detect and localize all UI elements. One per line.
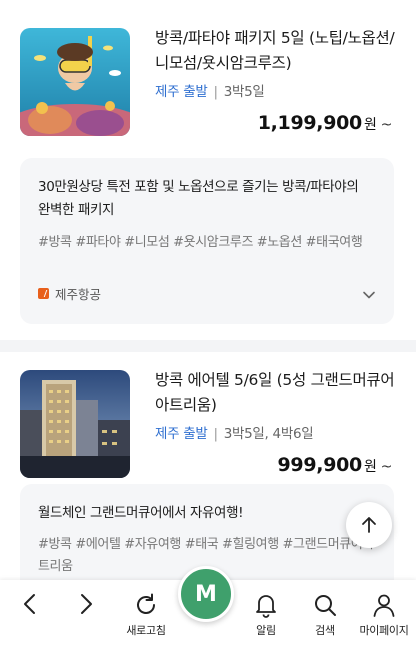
section-divider	[0, 340, 416, 352]
refresh-icon	[137, 593, 155, 614]
search-icon	[315, 595, 336, 616]
airline-logo-icon	[38, 288, 49, 299]
mypage-label: 마이페이지	[359, 624, 409, 637]
promo-title: 월드체인 그랜드머큐어에서 자유여행!	[38, 505, 244, 521]
promo-title: 30만원상당 특전 포함 및 노옵션으로 즐기는 방콕/파타야의 완벽한 패키지	[38, 179, 359, 218]
arrow-up-icon	[362, 517, 376, 533]
mypage-button[interactable]: 마이페이지	[352, 580, 416, 650]
home-logo: M	[195, 581, 217, 607]
product-card-bangkok-pattaya[interactable]: 방콕/파타야 패키지 5일 (노팁/노옵션/니모섬/욧시암크루즈) 제주 출발 |…	[0, 0, 416, 340]
product-image-hotel[interactable]	[20, 370, 130, 478]
product-price: 1,199,900 원 ~	[257, 112, 393, 134]
departure-label: 제주 출발	[155, 84, 208, 100]
price-currency: 원	[363, 459, 377, 475]
chevron-left-icon	[24, 594, 35, 614]
price-suffix: ~	[380, 459, 393, 475]
snorkeling-photo	[20, 28, 130, 136]
price-currency: 원	[363, 117, 377, 133]
back-button[interactable]	[10, 580, 50, 650]
chevron-right-icon	[81, 594, 92, 614]
departure-label: 제주 출발	[155, 426, 208, 442]
product-meta: 제주 출발 | 3박5일, 4박6일	[155, 422, 314, 442]
scroll-to-top-button[interactable]	[346, 502, 392, 548]
user-icon	[373, 594, 395, 617]
meta-divider: |	[213, 426, 218, 442]
bell-icon	[256, 595, 276, 618]
refresh-label: 새로고침	[126, 624, 166, 637]
promo-box[interactable]: 30만원상당 특전 포함 및 노옵션으로 즐기는 방콕/파타야의 완벽한 패키지…	[20, 158, 394, 324]
product-title[interactable]: 방콕 에어텔 5/6일 (5성 그랜드머큐어아트리움)	[155, 368, 400, 418]
price-value: 1,199,900	[257, 112, 363, 134]
chevron-down-icon[interactable]	[362, 288, 376, 302]
duration-label: 3박5일, 4박6일	[223, 426, 314, 442]
product-image-snorkeling[interactable]	[20, 28, 130, 136]
search-button[interactable]: 검색	[300, 580, 350, 650]
product-title[interactable]: 방콕/파타야 패키지 5일 (노팁/노옵션/니모섬/욧시암크루즈)	[155, 26, 400, 76]
search-label: 검색	[315, 624, 335, 637]
hashtags: #방콕 #파타야 #니모섬 #욧시암크루즈 #노옵션 #태국여행	[38, 235, 363, 250]
product-meta: 제주 출발 | 3박5일	[155, 80, 265, 100]
price-value: 999,900	[277, 454, 363, 476]
refresh-button[interactable]: 새로고침	[118, 580, 174, 650]
airline-name: 제주항공	[55, 287, 102, 302]
product-price: 999,900 원 ~	[277, 454, 393, 476]
airline-info: 제주항공	[38, 284, 101, 303]
meta-divider: |	[213, 84, 218, 100]
forward-button[interactable]	[66, 580, 106, 650]
hotel-photo	[20, 370, 130, 478]
alert-label: 알림	[256, 624, 276, 637]
price-suffix: ~	[380, 117, 393, 133]
duration-label: 3박5일	[223, 84, 265, 100]
alert-button[interactable]: 알림	[242, 580, 290, 650]
home-button[interactable]: M	[178, 566, 234, 622]
